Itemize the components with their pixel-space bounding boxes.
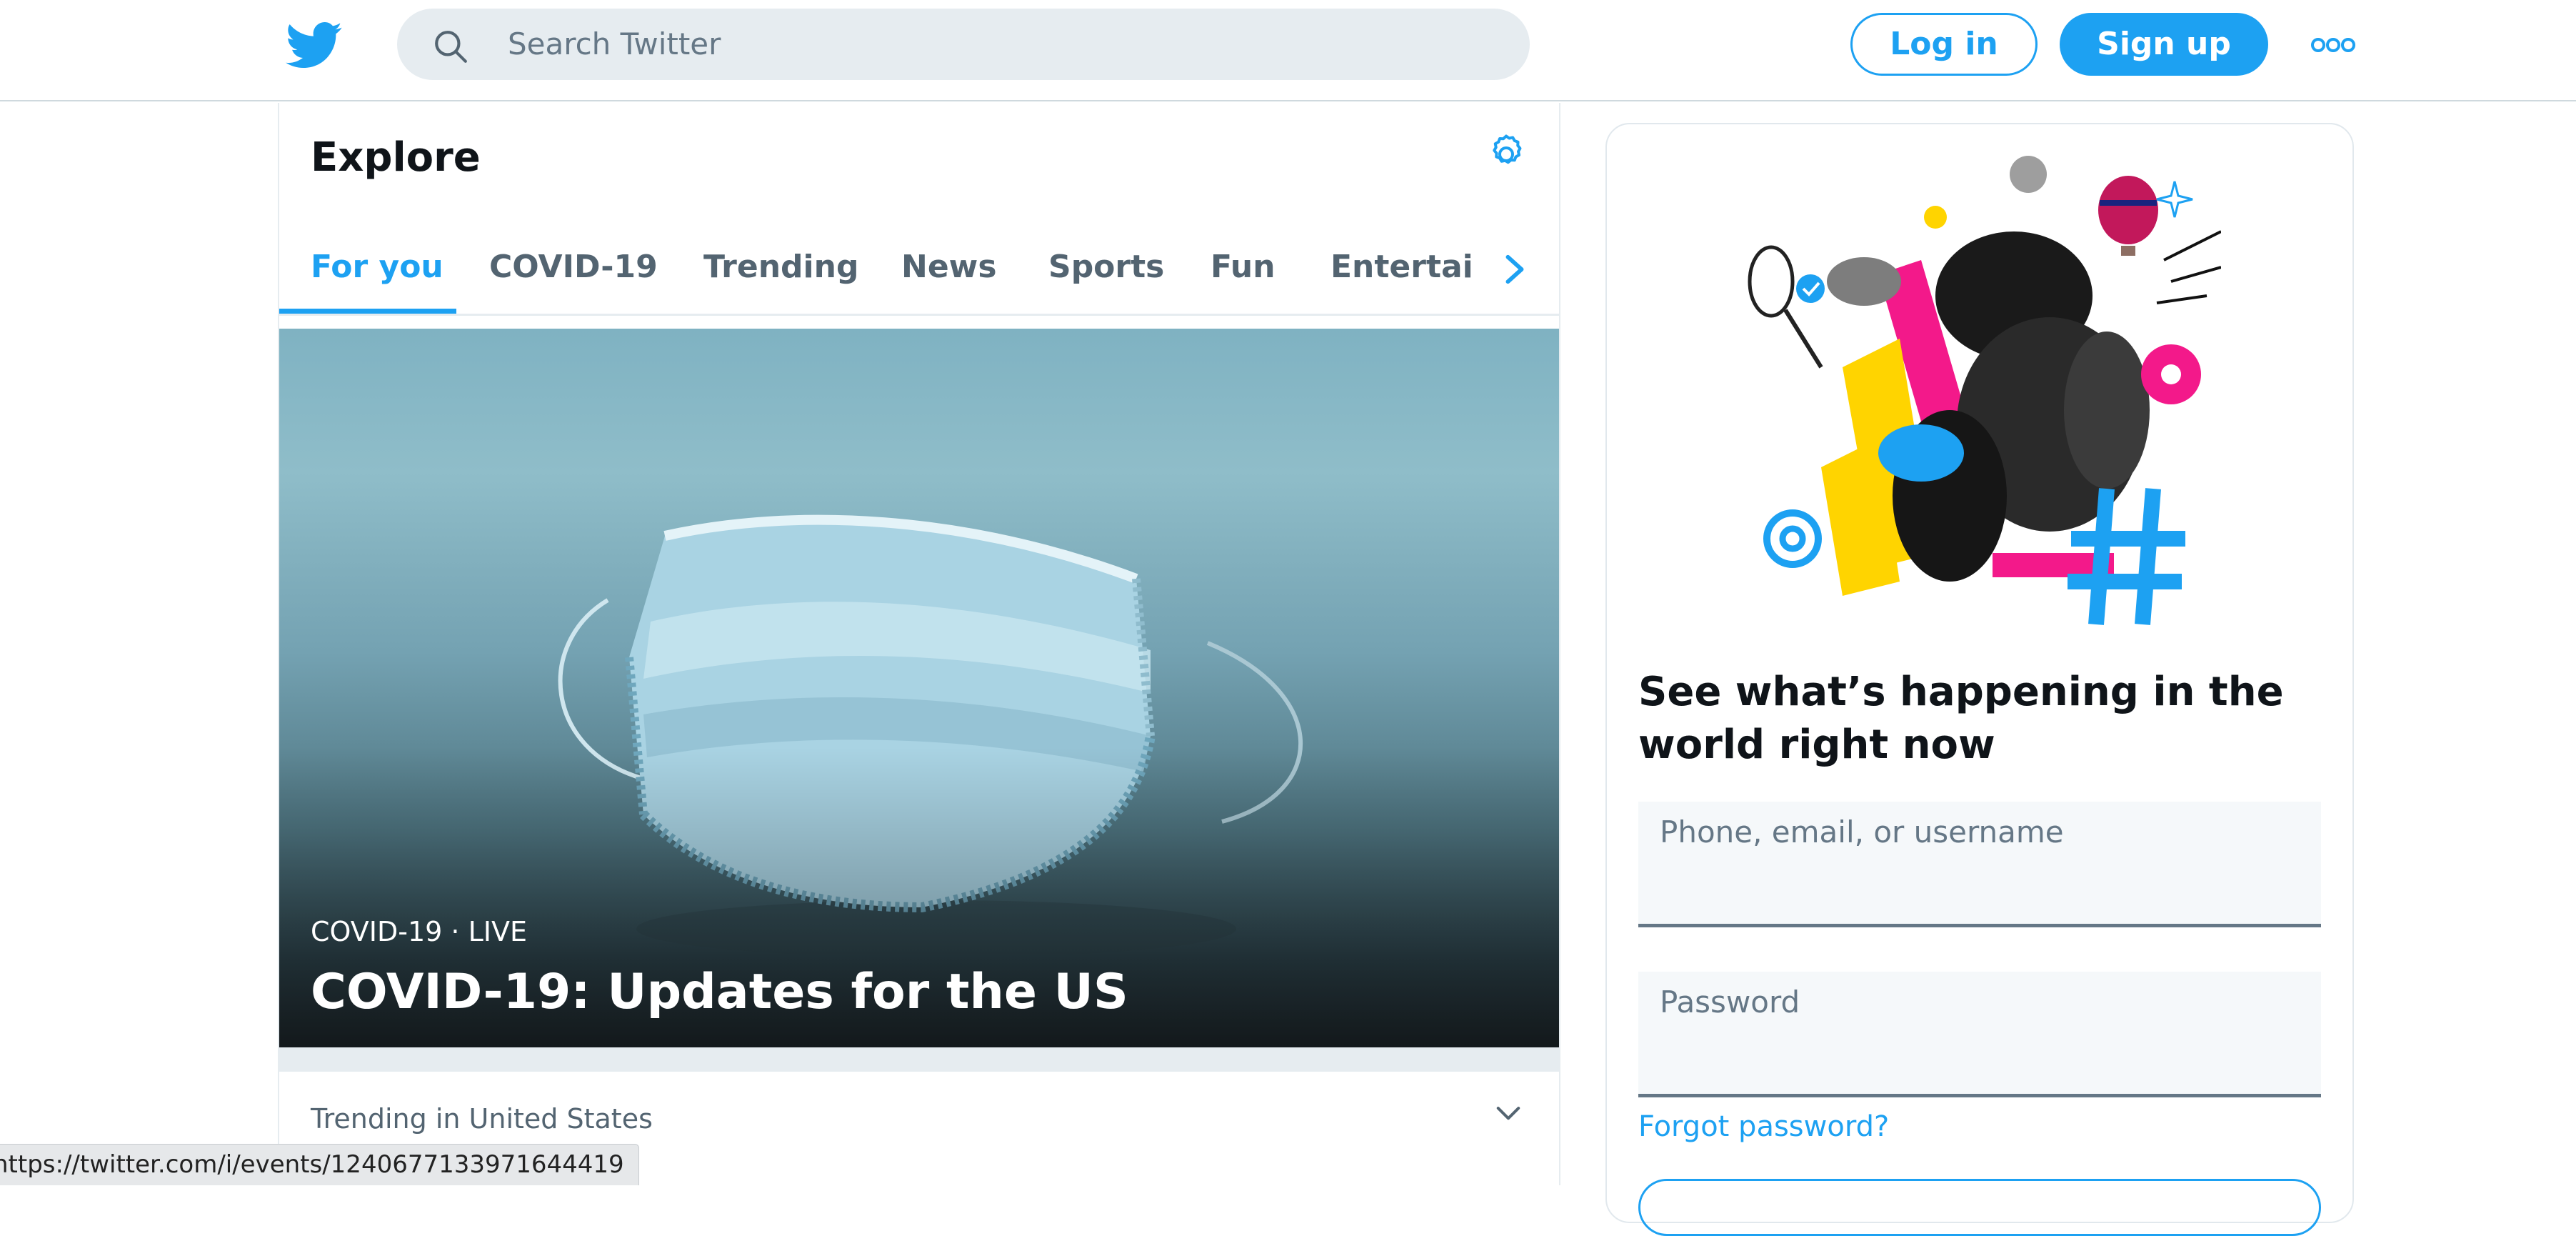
signup-heading: See what’s happening in the world right … <box>1638 669 2284 768</box>
section-divider <box>279 1047 1559 1072</box>
tab-fun[interactable]: Fun <box>1211 224 1276 316</box>
tabs-scroller: For you COVID-19 Trending News Sports Fu… <box>279 224 1474 316</box>
illustration <box>1748 156 2221 625</box>
explore-tabs: For you COVID-19 Trending News Sports Fu… <box>279 224 1559 316</box>
password-field[interactable]: Password <box>1638 972 2321 1097</box>
signup-card: See what’s happening in the world right … <box>1605 123 2354 1236</box>
twitter-bird-icon[interactable] <box>286 21 343 70</box>
page-title: Explore <box>311 134 481 181</box>
tab-news[interactable]: News <box>901 224 997 316</box>
search-input[interactable]: Search Twitter <box>508 24 721 64</box>
gear-icon[interactable] <box>1485 133 1528 176</box>
password-placeholder: Password <box>1660 985 1800 1020</box>
search-icon <box>435 31 467 63</box>
tab-entertainment[interactable]: Entertainment <box>1330 224 1474 316</box>
active-tab-indicator <box>279 309 456 314</box>
featured-event-card[interactable]: COVID-19 · LIVE COVID-19: Updates for th… <box>279 329 1559 1047</box>
chevron-down-icon[interactable] <box>1495 1103 1522 1125</box>
tab-trending[interactable]: Trending <box>703 224 858 316</box>
event-category: COVID-19 <box>311 916 443 947</box>
username-field[interactable]: Phone, email, or username <box>1638 802 2321 927</box>
explore-column: Explore For you COVID-19 Trending News S… <box>278 103 1560 1185</box>
search-bar[interactable]: Search Twitter <box>397 9 1530 80</box>
more-icon[interactable] <box>2311 36 2355 54</box>
meta-separator: · <box>451 916 468 947</box>
browser-status-bar: https://twitter.com/i/events/12406771339… <box>0 1144 639 1185</box>
login-button[interactable]: Log in <box>1850 13 2038 76</box>
username-placeholder: Phone, email, or username <box>1660 814 2064 849</box>
trending-section-label: Trending in United States <box>311 1103 653 1135</box>
chevron-right-icon[interactable] <box>1500 253 1529 286</box>
event-status: LIVE <box>468 916 527 947</box>
tab-covid-19[interactable]: COVID-19 <box>489 224 658 316</box>
signup-button[interactable]: Sign up <box>2060 13 2268 76</box>
tab-for-you[interactable]: For you <box>311 224 443 316</box>
top-bar: Search Twitter Log in Sign up <box>0 0 2576 101</box>
event-title[interactable]: COVID-19: Updates for the US <box>311 962 1128 1023</box>
forgot-password-link[interactable]: Forgot password? <box>1638 1110 1889 1143</box>
event-meta: COVID-19 · LIVE <box>311 916 527 947</box>
card-login-button[interactable] <box>1638 1179 2321 1236</box>
tab-sports[interactable]: Sports <box>1048 224 1164 316</box>
link-preview-url: https://twitter.com/i/events/12406771339… <box>0 1150 624 1179</box>
